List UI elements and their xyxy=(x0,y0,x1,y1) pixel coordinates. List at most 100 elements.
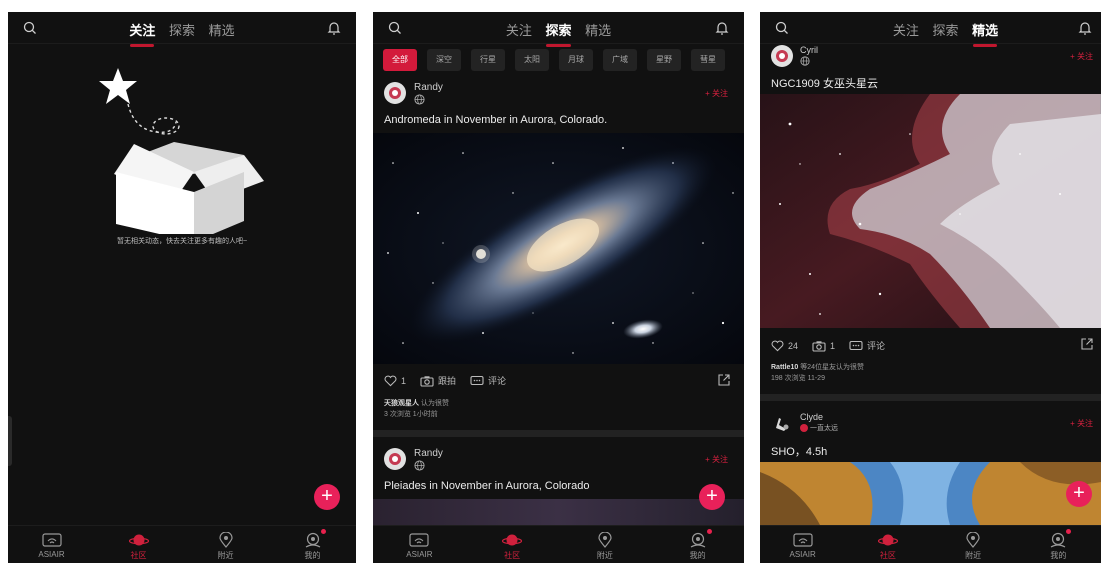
like-button[interactable]: 24 xyxy=(771,340,798,352)
post-image-andromeda[interactable] xyxy=(373,133,744,364)
nav-mine[interactable]: 我的 xyxy=(651,526,744,563)
tab-featured[interactable]: 精选 xyxy=(585,20,611,39)
avatar[interactable] xyxy=(771,412,793,434)
nav-nearby[interactable]: 附近 xyxy=(931,526,1016,563)
tab-follow[interactable]: 关注 xyxy=(893,20,919,39)
nav-community[interactable]: 社区 xyxy=(95,526,182,563)
post-title: Pleiades in November in Aurora, Colorado xyxy=(384,480,590,492)
location-pin-icon xyxy=(966,532,980,548)
chip-all[interactable]: 全部 xyxy=(383,49,417,71)
notification-dot xyxy=(321,529,326,534)
follow-button[interactable]: + 关注 xyxy=(1070,51,1093,62)
chip-planet[interactable]: 行星 xyxy=(471,49,505,71)
profile-icon xyxy=(1051,532,1066,548)
tab-featured[interactable]: 精选 xyxy=(209,20,235,39)
chip-sun[interactable]: 太阳 xyxy=(515,49,549,71)
nav-nearby-label: 附近 xyxy=(965,551,982,560)
tab-explore[interactable]: 探索 xyxy=(169,20,195,39)
nav-nearby[interactable]: 附近 xyxy=(182,526,269,563)
empty-state-text: 暂无相关动态，快去关注更多有趣的人吧~ xyxy=(116,238,248,245)
like-button[interactable]: 1 xyxy=(384,375,406,387)
nav-asiair-label: ASIAIR xyxy=(789,550,816,559)
tab-follow[interactable]: 关注 xyxy=(506,20,532,39)
feed-tabs: 关注 探索 精选 xyxy=(8,20,356,47)
create-post-button[interactable]: + xyxy=(314,484,340,510)
appreciation-suffix: 认为很赞 xyxy=(420,400,449,407)
comment-button[interactable]: 评论 xyxy=(849,339,885,352)
nav-asiair[interactable]: ASIAIR xyxy=(8,526,95,563)
same-shot-button[interactable]: 1 xyxy=(812,340,835,352)
view-count: 198 次浏览 xyxy=(771,375,806,382)
edge-handle[interactable] xyxy=(8,416,12,466)
same-shot-button[interactable]: 跟拍 xyxy=(420,374,456,387)
post-location-text: 一直太远 xyxy=(810,425,838,432)
nav-community[interactable]: 社区 xyxy=(845,526,930,563)
post-username[interactable]: Randy xyxy=(414,448,443,459)
post-image-sho-nebula[interactable] xyxy=(760,462,1101,525)
empty-box-illustration xyxy=(99,68,264,234)
bell-icon[interactable] xyxy=(326,20,342,36)
appreciator-name[interactable]: 天狼观星人 xyxy=(384,400,419,407)
appreciation-suffix: 等24位星友认为很赞 xyxy=(800,364,864,371)
post-time: 11-29 xyxy=(807,375,825,382)
avatar[interactable] xyxy=(384,448,406,470)
create-post-button[interactable]: + xyxy=(699,484,725,510)
star-icon xyxy=(99,68,137,104)
globe-icon xyxy=(800,56,810,66)
share-icon[interactable] xyxy=(718,374,730,386)
appreciator-name[interactable]: Rattle10 xyxy=(771,364,798,371)
chip-comet[interactable]: 彗星 xyxy=(691,49,725,71)
post-username[interactable]: Cyril xyxy=(800,45,818,55)
post-username[interactable]: Randy xyxy=(414,82,443,93)
bell-icon[interactable] xyxy=(714,20,730,36)
top-bar: 关注 探索 精选 xyxy=(760,12,1101,47)
planet-icon xyxy=(502,534,523,546)
share-icon[interactable] xyxy=(1081,338,1093,350)
follow-button[interactable]: + 关注 xyxy=(1070,418,1093,429)
camera-icon xyxy=(812,340,826,352)
feed-tabs: 关注 探索 精选 xyxy=(373,20,744,47)
heart-icon xyxy=(771,340,784,351)
nav-mine-label: 我的 xyxy=(689,551,706,560)
avatar[interactable] xyxy=(384,82,406,104)
top-bar: 关注 探索 精选 xyxy=(8,12,356,47)
nav-mine[interactable]: 我的 xyxy=(1016,526,1101,563)
nav-nearby[interactable]: 附近 xyxy=(559,526,652,563)
bell-icon[interactable] xyxy=(1077,20,1093,36)
feed-tabs: 关注 探索 精选 xyxy=(790,20,1101,47)
search-icon[interactable] xyxy=(774,20,790,36)
post-username[interactable]: Clyde xyxy=(800,412,823,422)
nav-mine[interactable]: 我的 xyxy=(269,526,356,563)
post-image-pleiades[interactable] xyxy=(373,499,744,525)
profile-icon xyxy=(305,532,320,548)
post-title: NGC1909 女巫头星云 xyxy=(771,78,878,90)
comment-button[interactable]: 评论 xyxy=(470,374,506,387)
location-pin-icon xyxy=(218,532,233,548)
chip-deep-sky[interactable]: 深空 xyxy=(427,49,461,71)
nav-asiair[interactable]: ASIAIR xyxy=(760,526,845,563)
nav-community[interactable]: 社区 xyxy=(466,526,559,563)
chip-widefield[interactable]: 广域 xyxy=(603,49,637,71)
create-post-button[interactable]: + xyxy=(1066,481,1092,507)
view-count: 3 次浏览 xyxy=(384,411,411,418)
post-actions: 24 1 评论 xyxy=(771,339,899,352)
wifi-box-icon xyxy=(41,533,62,547)
tab-explore[interactable]: 探索 xyxy=(932,20,958,39)
post-image-witch-head-nebula[interactable] xyxy=(760,94,1101,328)
featured-screen: 关注 探索 精选 Cyril + 关注 NGC1909 女巫头星云 24 1 评… xyxy=(760,12,1101,563)
bottom-nav: ASIAIR 社区 附近 我的 xyxy=(8,525,356,563)
chip-starfield[interactable]: 星野 xyxy=(647,49,681,71)
chip-moon[interactable]: 月球 xyxy=(559,49,593,71)
notification-dot xyxy=(1065,529,1071,534)
tab-follow[interactable]: 关注 xyxy=(129,20,155,47)
avatar[interactable] xyxy=(771,45,793,67)
nav-community-label: 社区 xyxy=(879,551,896,560)
nav-asiair[interactable]: ASIAIR xyxy=(373,526,466,563)
follow-button[interactable]: + 关注 xyxy=(705,454,728,465)
tab-explore[interactable]: 探索 xyxy=(545,20,572,47)
follow-button[interactable]: + 关注 xyxy=(705,88,728,99)
post-stats: 198 次浏览 11-29 xyxy=(771,373,825,383)
nav-nearby-label: 附近 xyxy=(596,551,613,560)
tab-featured[interactable]: 精选 xyxy=(972,20,998,47)
wifi-box-icon xyxy=(409,533,429,547)
